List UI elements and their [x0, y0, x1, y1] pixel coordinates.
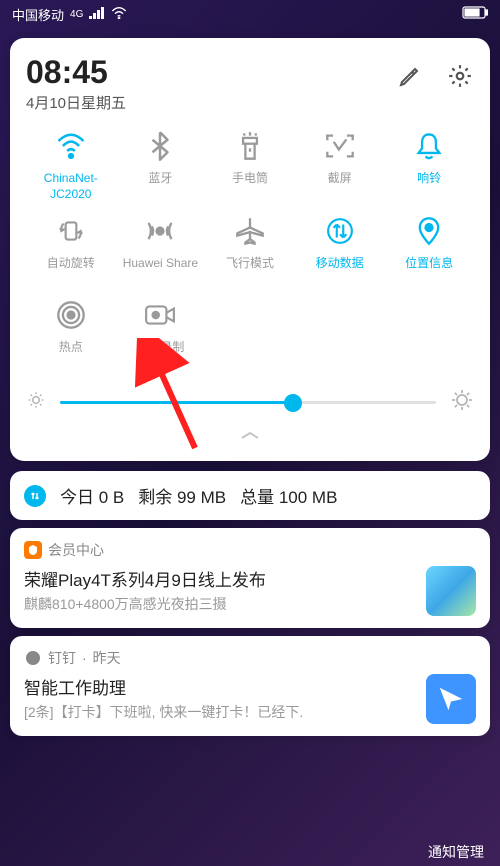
toggle-airplane[interactable]: 飞行模式: [205, 216, 295, 286]
toggle-label: 移动数据: [316, 256, 364, 286]
toggle-screen-record[interactable]: 屏幕录制: [116, 300, 206, 370]
data-remaining: 剩余 99 MB: [138, 483, 226, 508]
toggle-bluetooth[interactable]: 蓝牙: [116, 131, 206, 202]
notif-app-name: 钉钉: [48, 648, 76, 668]
brightness-high-icon: [450, 388, 474, 417]
toggle-label: 飞行模式: [226, 256, 274, 286]
toggle-screenshot[interactable]: 截屏: [295, 131, 385, 202]
screenshot-icon: [325, 131, 355, 161]
screen-record-icon: [144, 300, 176, 330]
data-usage-card[interactable]: 今日 0 B 剩余 99 MB 总量 100 MB: [10, 471, 490, 520]
toggle-label: 自动旋转: [47, 256, 95, 286]
notif-thumbnail: [426, 674, 476, 724]
toggle-label: 响铃: [417, 171, 441, 201]
battery-icon: [462, 6, 488, 22]
ringer-icon: [416, 131, 442, 161]
panel-date: 4月10日星期五: [26, 92, 126, 113]
notif-title: 荣耀Play4T系列4月9日线上发布: [24, 566, 416, 591]
data-usage-icon: [24, 485, 46, 507]
notif-app-icon: [24, 541, 42, 559]
toggle-flashlight[interactable]: 手电筒: [205, 131, 295, 202]
toggle-label: 手电筒: [232, 171, 268, 201]
toggle-ringer[interactable]: 响铃: [384, 131, 474, 202]
rotation-icon: [56, 216, 86, 246]
notification-manage-link[interactable]: 通知管理: [428, 842, 484, 862]
wifi-icon: [56, 131, 86, 161]
toggle-location[interactable]: 位置信息: [384, 216, 474, 286]
toggle-label: 屏幕录制: [136, 340, 184, 370]
brightness-low-icon: [26, 390, 46, 415]
notification-card[interactable]: 会员中心荣耀Play4T系列4月9日线上发布麒麟810+4800万高感光夜拍三摄: [10, 528, 490, 628]
toggle-huawei-share[interactable]: Huawei Share: [116, 216, 206, 286]
location-icon: [417, 216, 441, 246]
toggle-label: Huawei Share: [123, 256, 198, 286]
notif-title: 智能工作助理: [24, 674, 416, 699]
toggle-label: 蓝牙: [148, 171, 172, 201]
brightness-slider-row: [26, 388, 474, 417]
notif-app-name: 会员中心: [48, 540, 104, 560]
toggle-mobile-data[interactable]: 移动数据: [295, 216, 385, 286]
airplane-icon: [235, 216, 265, 246]
signal-icon: [89, 7, 105, 22]
notification-card[interactable]: 钉钉 · 昨天智能工作助理[2条]【打卡】下班啦, 快来一键打卡！已经下.: [10, 636, 490, 736]
network-type-badge: 4G: [70, 9, 83, 20]
panel-time: 08:45: [26, 56, 126, 88]
toggle-label: 位置信息: [405, 256, 453, 286]
status-bar: 中国移动 4G: [0, 0, 500, 28]
notif-thumbnail: [426, 566, 476, 616]
hotspot-icon: [56, 300, 86, 330]
quick-settings-panel: 08:45 4月10日星期五 ChinaNet-JC2020 蓝牙 手电筒 截屏 响铃自…: [10, 38, 490, 461]
toggle-label: 热点: [59, 340, 83, 370]
mobile-data-icon: [326, 216, 354, 246]
data-today: 今日 0 B: [60, 483, 124, 508]
edit-button[interactable]: [396, 62, 424, 90]
notif-app-icon: [24, 649, 42, 667]
flashlight-icon: [239, 131, 261, 161]
notif-subtitle: [2条]【打卡】下班啦, 快来一键打卡！已经下.: [24, 702, 416, 722]
wifi-status-icon: [111, 7, 127, 22]
notif-subtitle: 麒麟810+4800万高感光夜拍三摄: [24, 594, 416, 614]
toggle-wifi[interactable]: ChinaNet-JC2020: [26, 131, 116, 202]
carrier-label: 中国移动: [12, 5, 64, 24]
toggle-rotation[interactable]: 自动旋转: [26, 216, 116, 286]
settings-button[interactable]: [446, 62, 474, 90]
notif-time: 昨天: [93, 648, 121, 668]
toggle-label: ChinaNet-JC2020: [26, 171, 116, 202]
bluetooth-icon: [150, 131, 170, 161]
toggle-grid: ChinaNet-JC2020 蓝牙 手电筒 截屏 响铃自动旋转 Huawei Share…: [26, 131, 474, 370]
collapse-chevron-icon[interactable]: [26, 429, 474, 447]
huawei-share-icon: [145, 216, 175, 246]
toggle-hotspot[interactable]: 热点: [26, 300, 116, 370]
data-total: 总量 100 MB: [240, 483, 337, 508]
toggle-label: 截屏: [328, 171, 352, 201]
brightness-slider[interactable]: [60, 401, 436, 404]
